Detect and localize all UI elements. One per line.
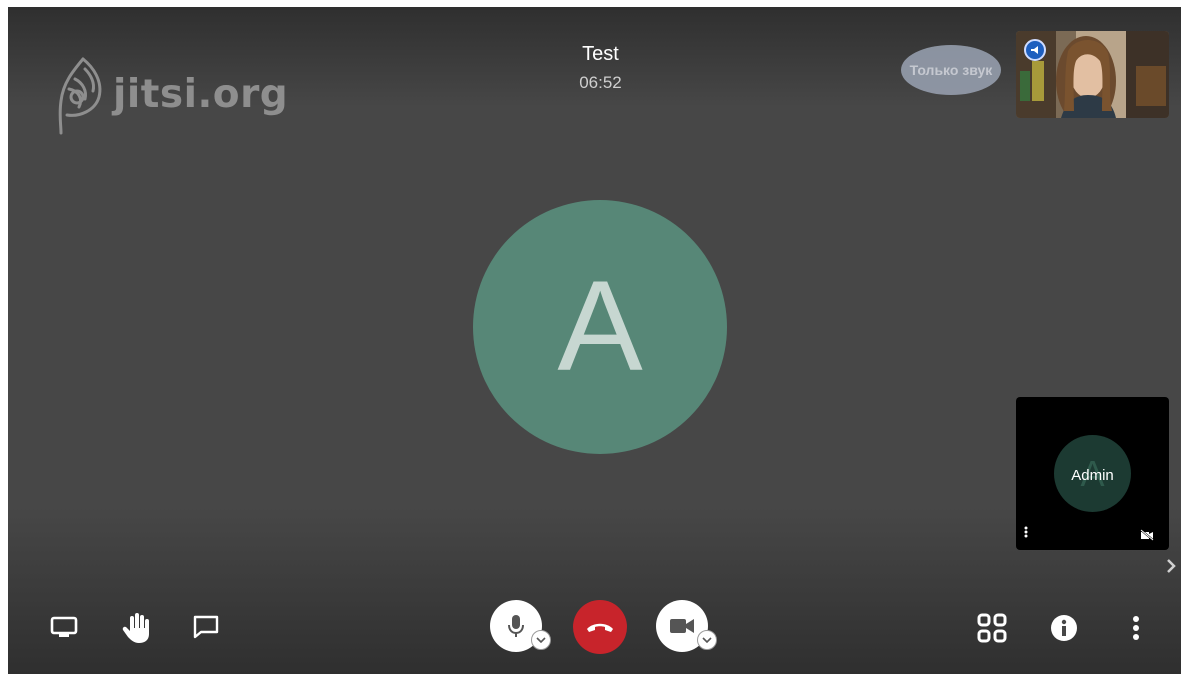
local-participant-thumbnail[interactable]: A Admin — [1016, 397, 1169, 550]
chat-bubble-icon — [193, 615, 219, 639]
conference-stage: jitsi.org Test 06:52 Только звук A A Adm… — [8, 7, 1181, 674]
conference-timer: 06:52 — [579, 73, 622, 92]
tile-view-button[interactable] — [974, 610, 1010, 646]
hangup-button[interactable] — [573, 600, 627, 654]
share-screen-button[interactable] — [46, 609, 82, 645]
more-vertical-icon[interactable] — [1024, 525, 1028, 541]
microphone-icon — [508, 615, 524, 637]
remote-participant-thumbnail[interactable] — [1016, 31, 1169, 118]
video-camera-icon — [670, 619, 694, 633]
info-icon — [1051, 615, 1077, 641]
conference-title: Test — [582, 43, 619, 65]
hand-icon — [122, 613, 149, 643]
chevron-down-icon — [536, 637, 546, 643]
more-vertical-icon — [1133, 616, 1139, 640]
camera-options-button[interactable] — [697, 630, 717, 650]
audio-only-button[interactable]: Только звук — [901, 45, 1001, 95]
info-button[interactable] — [1046, 610, 1082, 646]
microphone-options-button[interactable] — [531, 630, 551, 650]
dominant-speaker-badge — [1024, 39, 1046, 61]
phone-hangup-icon — [587, 623, 613, 632]
grid-icon — [977, 613, 1007, 643]
chevron-right-icon[interactable] — [1166, 557, 1176, 580]
more-options-button[interactable] — [1118, 610, 1154, 646]
participant-name: Admin — [1071, 467, 1114, 484]
desktop-icon — [50, 616, 78, 637]
megaphone-icon — [1031, 46, 1038, 54]
chevron-down-icon — [702, 637, 712, 643]
chat-button[interactable] — [188, 609, 224, 645]
main-participant-avatar: A — [473, 200, 727, 454]
camera-off-icon — [1140, 528, 1154, 546]
raise-hand-button[interactable] — [118, 607, 154, 647]
